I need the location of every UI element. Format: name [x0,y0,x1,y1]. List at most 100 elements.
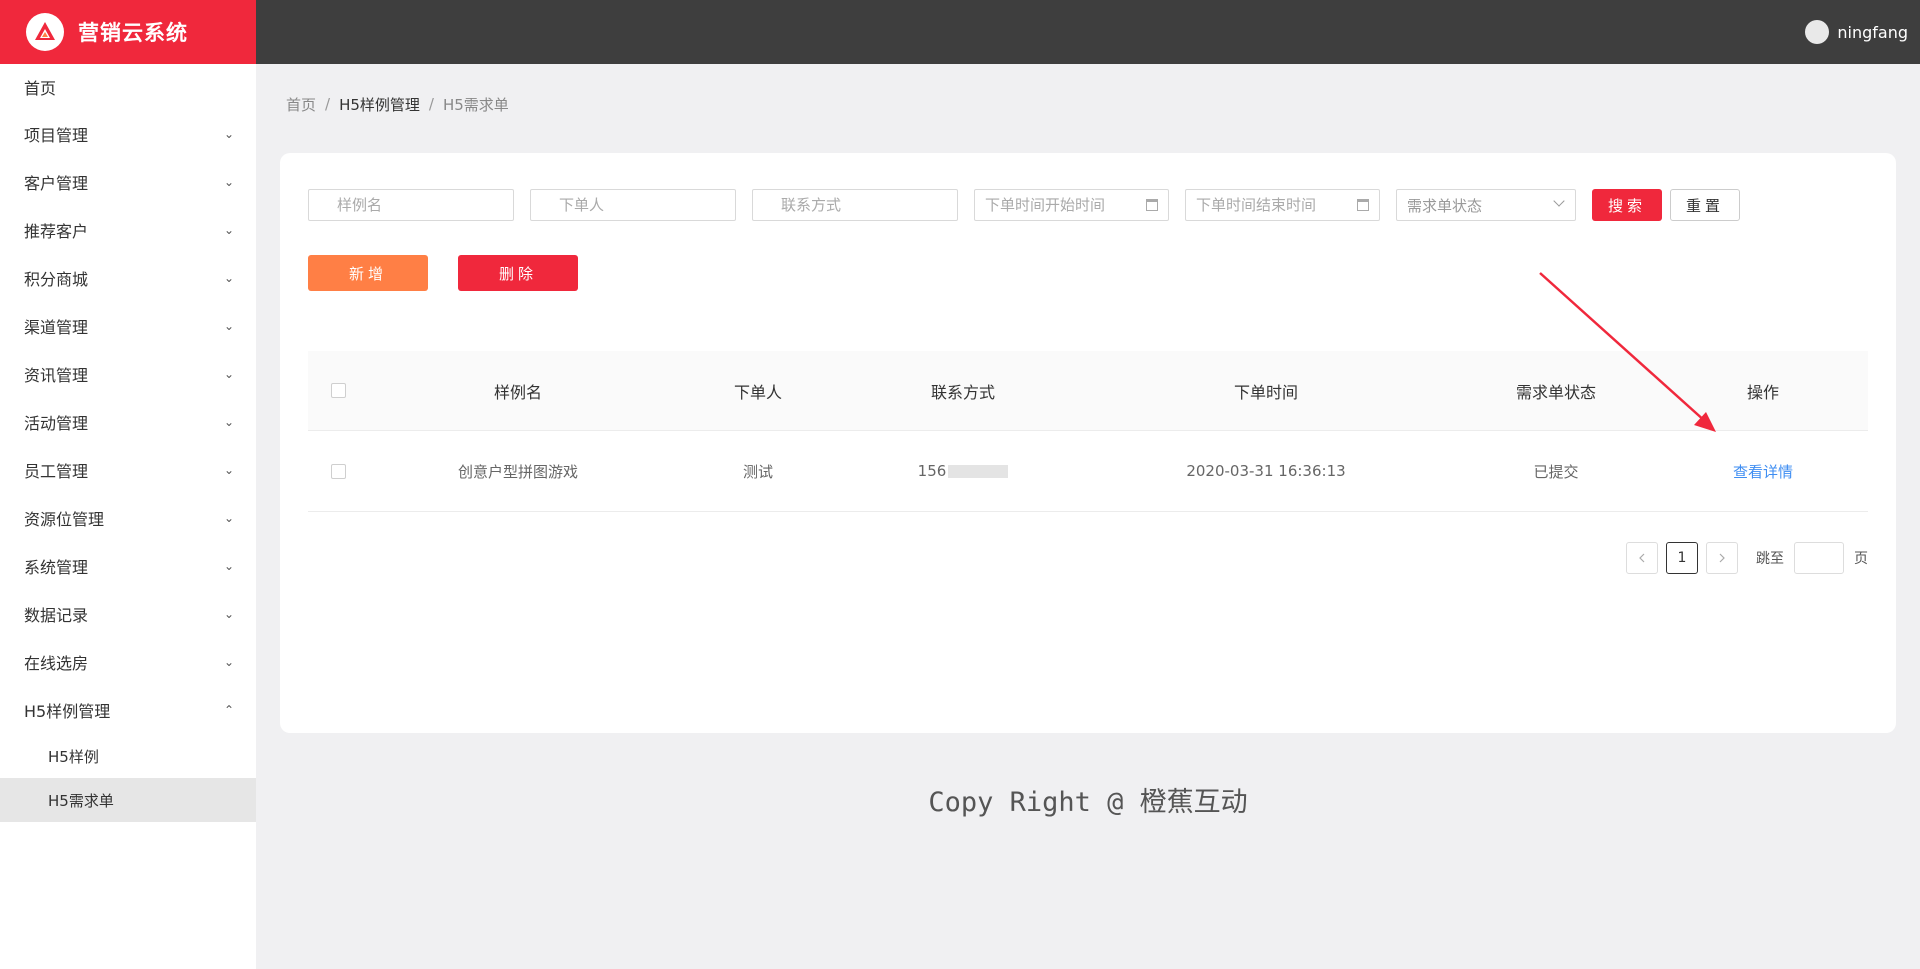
prev-page-button[interactable] [1626,542,1658,574]
cell-operation: 查看详情 [1658,461,1868,482]
chevron-down-icon: ⌄ [223,511,235,525]
header-sample-name: 样例名 [493,382,542,402]
cell-contact: 156 [848,462,1078,480]
logo-icon [26,13,64,51]
chevron-down-icon: ⌄ [223,559,235,573]
chevron-up-icon: ⌃ [223,703,235,717]
sidebar: 首页 项目管理 ⌄ 客户管理 ⌄ 推荐客户 ⌄ 积分商城 ⌄ 渠道管理 ⌄ 资讯… [0,64,256,969]
sample-name-input[interactable] [337,196,513,214]
chevron-down-icon: ⌄ [223,127,235,141]
calendar-icon [1146,199,1158,211]
sidebar-item-label: 数据记录 [24,606,89,625]
filter-bar: 需求单状态 搜索 重置 [308,189,1740,221]
action-bar: 新增 删除 [308,255,578,291]
orderer-input[interactable] [559,196,735,214]
end-time-input[interactable] [1196,196,1379,214]
app-title: 营销云系统 [78,21,188,45]
search-button[interactable]: 搜索 [1592,189,1662,221]
select-all-checkbox[interactable] [330,383,346,398]
sidebar-item-label: 员工管理 [24,462,89,481]
table-header: 样例名 下单人 联系方式 下单时间 需求单状态 操作 [308,351,1868,431]
row-checkbox[interactable] [330,463,346,479]
page-label: 页 [1854,551,1868,567]
add-button[interactable]: 新增 [308,255,428,291]
sample-name-field[interactable] [308,189,514,221]
user-menu[interactable]: ningfang [1805,0,1908,64]
cell-status: 已提交 [1533,462,1579,481]
sidebar-item-points-mall[interactable]: 积分商城 ⌄ [0,254,256,302]
start-time-field[interactable] [974,189,1169,221]
next-page-button[interactable] [1706,542,1738,574]
reset-button[interactable]: 重置 [1670,189,1740,221]
header-contact: 联系方式 [930,382,995,402]
view-details-link[interactable]: 查看详情 [1733,463,1793,481]
header-orderer: 下单人 [733,382,782,402]
chevron-left-icon [1639,553,1645,563]
chevron-right-icon [1719,553,1725,563]
sidebar-item-label: 推荐客户 [24,222,89,241]
breadcrumb-home[interactable]: 首页 [286,94,316,115]
user-name: ningfang [1837,22,1908,42]
cell-sample-name: 创意户型拼图游戏 [457,462,578,481]
header-order-time: 下单时间 [1233,382,1298,402]
sidebar-item-label: 资源位管理 [24,510,105,529]
sidebar-item-label: 客户管理 [24,174,89,193]
header-status: 需求单状态 [1515,382,1596,402]
sidebar-item-events[interactable]: 活动管理 ⌄ [0,398,256,446]
sidebar-item-label: H5需求单 [48,791,114,810]
main-card: 需求单状态 搜索 重置 新增 删除 样例名 下单人 联系方式 下单时间 需求单状… [280,153,1896,733]
footer-copyright: Copy Right @ 橙蕉互动 [928,787,1248,818]
sidebar-item-data-records[interactable]: 数据记录 ⌄ [0,590,256,638]
sidebar-item-label: 活动管理 [24,414,89,433]
breadcrumb-current: H5需求单 [442,95,509,114]
chevron-down-icon: ⌄ [223,367,235,381]
sidebar-item-online-housing[interactable]: 在线选房 ⌄ [0,638,256,686]
chevron-down-icon: ⌄ [223,655,235,669]
sidebar-item-label: 渠道管理 [24,318,89,337]
cell-orderer: 测试 [742,462,773,481]
sidebar-item-label: 系统管理 [24,558,89,577]
contact-input[interactable] [781,196,957,214]
chevron-down-icon: ⌄ [223,223,235,237]
delete-button[interactable]: 删除 [458,255,578,291]
breadcrumb: 首页 / H5样例管理 / H5需求单 [286,92,509,116]
chevron-down-icon: ⌄ [223,271,235,285]
contact-field[interactable] [752,189,958,221]
sidebar-item-h5-samples-group[interactable]: H5样例管理 ⌃ [0,686,256,734]
brand: 营销云系统 [0,0,256,64]
sidebar-subitem-h5-samples[interactable]: H5样例 [0,734,256,778]
page-1-button[interactable]: 1 [1666,542,1698,574]
sidebar-item-system[interactable]: 系统管理 ⌄ [0,542,256,590]
sidebar-item-referrals[interactable]: 推荐客户 ⌄ [0,206,256,254]
sidebar-subitem-h5-requests[interactable]: H5需求单 [0,778,256,822]
header-operation: 操作 [1746,382,1779,402]
status-select[interactable]: 需求单状态 [1396,189,1576,221]
avatar [1805,20,1830,44]
chevron-down-icon [1553,195,1565,207]
jump-label: 跳至 [1756,551,1784,567]
chevron-down-icon: ⌄ [223,319,235,333]
sidebar-item-staff[interactable]: 员工管理 ⌄ [0,446,256,494]
sidebar-item-news[interactable]: 资讯管理 ⌄ [0,350,256,398]
contact-visible: 156 [917,462,947,480]
topbar: ningfang [256,0,1920,64]
sidebar-item-channels[interactable]: 渠道管理 ⌄ [0,302,256,350]
contact-redacted [948,465,1009,478]
breadcrumb-separator: / [428,95,434,113]
breadcrumb-separator: / [325,95,331,113]
sidebar-item-home[interactable]: 首页 [0,64,256,110]
orderer-field[interactable] [530,189,736,221]
jump-page-input[interactable] [1794,542,1844,574]
end-time-field[interactable] [1185,189,1380,221]
sidebar-item-projects[interactable]: 项目管理 ⌄ [0,110,256,158]
cell-order-time: 2020-03-31 16:36:13 [1186,462,1346,480]
start-time-input[interactable] [985,196,1168,214]
breadcrumb-h5-samples[interactable]: H5样例管理 [339,94,420,115]
sidebar-item-label: 项目管理 [24,126,89,145]
sidebar-item-resources[interactable]: 资源位管理 ⌄ [0,494,256,542]
chevron-down-icon: ⌄ [223,175,235,189]
sidebar-item-customers[interactable]: 客户管理 ⌄ [0,158,256,206]
sidebar-item-label: H5样例 [48,747,99,766]
status-select-placeholder: 需求单状态 [1407,196,1483,215]
sidebar-item-label: 在线选房 [24,654,89,673]
